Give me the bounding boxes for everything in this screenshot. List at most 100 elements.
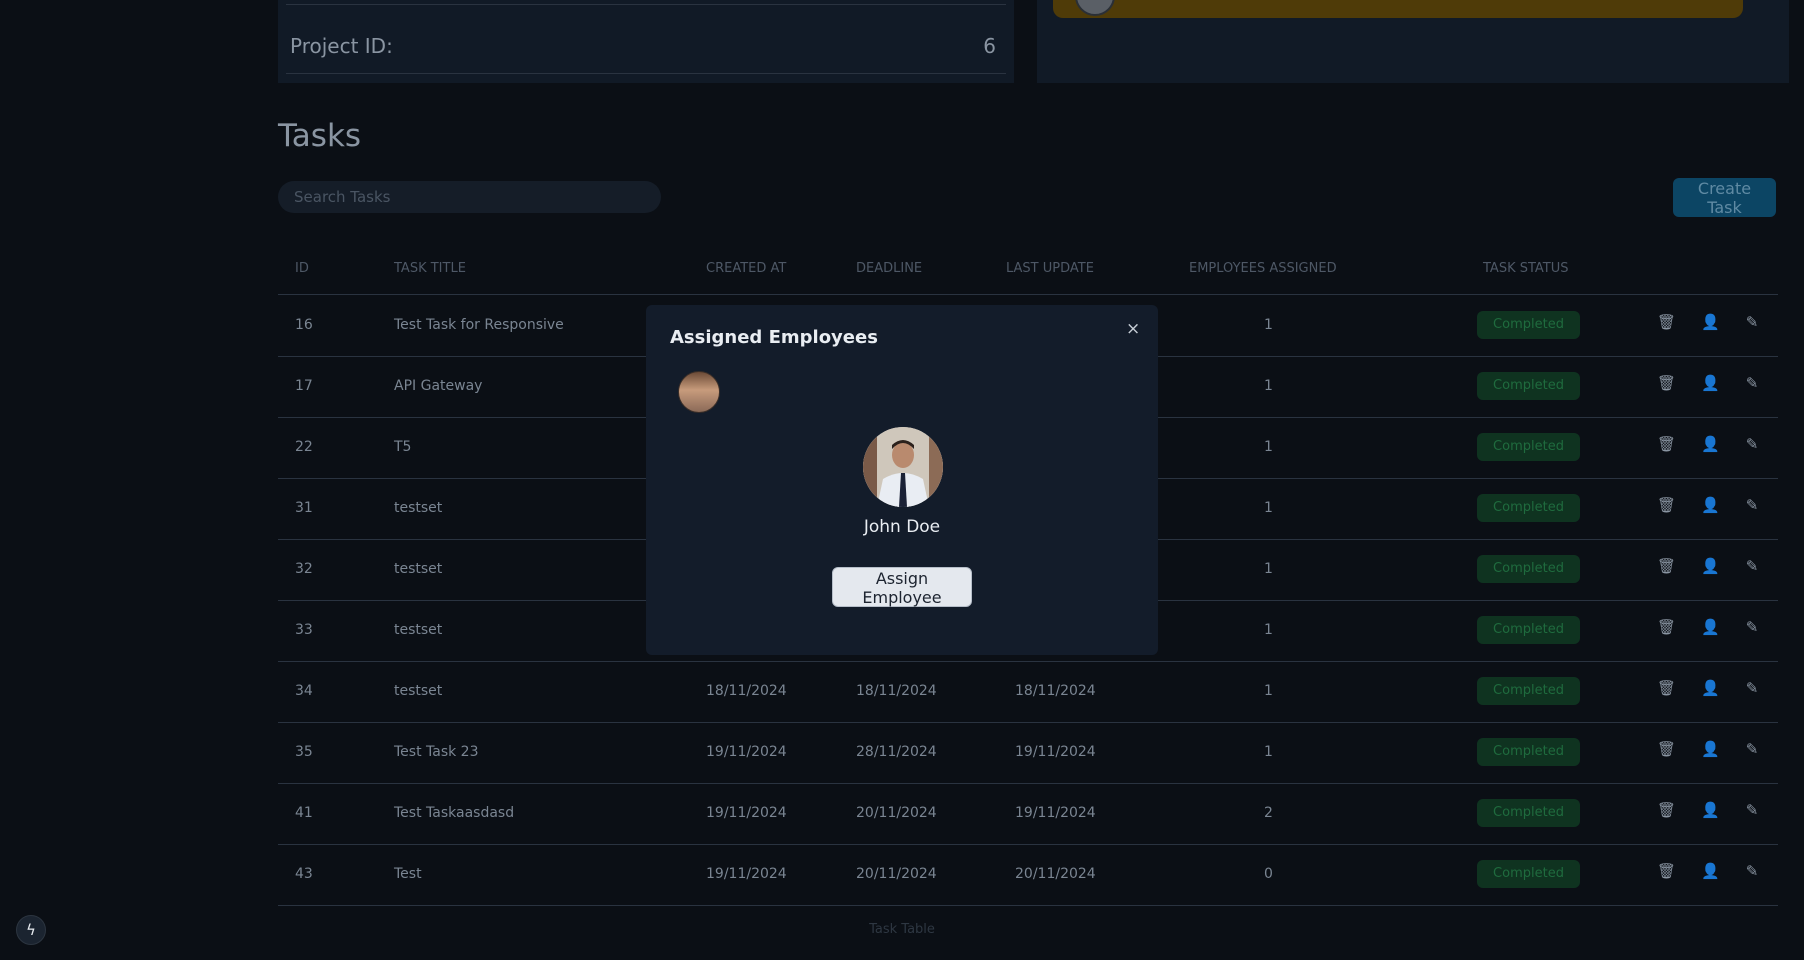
created-date: 19/11/2024 <box>706 744 787 760</box>
employees-count: 0 <box>1264 866 1273 882</box>
divider <box>286 73 1006 74</box>
updated-date: 20/11/2024 <box>1015 866 1096 882</box>
employees-count: 1 <box>1264 317 1273 333</box>
updated-date: 19/11/2024 <box>1015 805 1096 821</box>
employee-avatar <box>863 427 943 507</box>
project-id-value: 6 <box>983 34 996 58</box>
trash-icon[interactable]: 🗑 <box>1657 619 1676 635</box>
edit-icon[interactable]: ✎ <box>1745 497 1759 513</box>
table-row: 43 Test 19/11/2024 20/11/2024 20/11/2024 0 Com… <box>278 844 1778 906</box>
task-id: 22 <box>295 439 313 455</box>
trash-icon[interactable]: 🗑 <box>1657 436 1676 452</box>
create-task-button[interactable]: Create Task <box>1673 178 1776 217</box>
edit-icon[interactable]: ✎ <box>1745 619 1759 635</box>
column-header-employees: EMPLOYEES ASSIGNED <box>1189 261 1337 276</box>
deadline-date: 20/11/2024 <box>856 866 937 882</box>
trash-icon[interactable]: 🗑 <box>1657 741 1676 757</box>
page-background: Project ID: 6 Tasks Create Task ID TASK … <box>0 0 1804 960</box>
team-card <box>1037 0 1789 83</box>
task-id: 34 <box>295 683 313 699</box>
user-icon[interactable]: 👤 <box>1701 558 1720 574</box>
user-icon[interactable]: 👤 <box>1701 802 1720 818</box>
column-header-status: TASK STATUS <box>1483 261 1569 276</box>
task-id: 41 <box>295 805 313 821</box>
bolt-icon[interactable]: ϟ <box>16 915 46 945</box>
task-title: testset <box>394 683 443 699</box>
project-info-card: Project ID: 6 <box>278 0 1014 83</box>
employee-thumbnail-avatar[interactable] <box>678 371 720 413</box>
column-header-created: CREATED AT <box>706 261 787 276</box>
task-title: testset <box>394 561 443 577</box>
task-id: 31 <box>295 500 313 516</box>
user-icon[interactable]: 👤 <box>1701 619 1720 635</box>
column-header-updated: LAST UPDATE <box>1006 261 1094 276</box>
user-icon[interactable]: 👤 <box>1701 741 1720 757</box>
column-header-id: ID <box>295 261 309 276</box>
deadline-date: 28/11/2024 <box>856 744 937 760</box>
edit-icon[interactable]: ✎ <box>1745 375 1759 391</box>
trash-icon[interactable]: 🗑 <box>1657 680 1676 696</box>
employees-count: 2 <box>1264 805 1273 821</box>
assigned-employees-modal: Assigned Employees × John Doe Assign Emp… <box>646 305 1158 655</box>
status-badge: Completed <box>1477 311 1580 339</box>
employee-photo <box>863 427 943 507</box>
status-badge: Completed <box>1477 616 1580 644</box>
trash-icon[interactable]: 🗑 <box>1657 314 1676 330</box>
created-date: 19/11/2024 <box>706 805 787 821</box>
user-icon[interactable]: 👤 <box>1701 497 1720 513</box>
edit-icon[interactable]: ✎ <box>1745 863 1759 879</box>
updated-date: 18/11/2024 <box>1015 683 1096 699</box>
avatar <box>1075 0 1115 16</box>
status-badge: Completed <box>1477 555 1580 583</box>
status-badge: Completed <box>1477 433 1580 461</box>
user-icon[interactable]: 👤 <box>1701 314 1720 330</box>
trash-icon[interactable]: 🗑 <box>1657 863 1676 879</box>
status-badge: Completed <box>1477 494 1580 522</box>
status-badge: Completed <box>1477 677 1580 705</box>
column-header-title: TASK TITLE <box>394 261 466 276</box>
task-title: Test Taskaasdasd <box>394 805 515 821</box>
updated-date: 19/11/2024 <box>1015 744 1096 760</box>
task-title: Test Task for Responsive <box>394 317 564 333</box>
divider <box>286 4 1006 5</box>
trash-icon[interactable]: 🗑 <box>1657 375 1676 391</box>
status-badge: Completed <box>1477 799 1580 827</box>
edit-icon[interactable]: ✎ <box>1745 558 1759 574</box>
user-icon[interactable]: 👤 <box>1701 436 1720 452</box>
team-member-bar[interactable] <box>1053 0 1743 18</box>
trash-icon[interactable]: 🗑 <box>1657 558 1676 574</box>
task-id: 35 <box>295 744 313 760</box>
trash-icon[interactable]: 🗑 <box>1657 802 1676 818</box>
close-icon[interactable]: × <box>1126 319 1140 339</box>
user-icon[interactable]: 👤 <box>1701 680 1720 696</box>
table-row: 35 Test Task 23 19/11/2024 28/11/2024 19/11/… <box>278 722 1778 784</box>
task-id: 32 <box>295 561 313 577</box>
project-id-label: Project ID: <box>290 34 393 58</box>
status-badge: Completed <box>1477 372 1580 400</box>
task-id: 16 <box>295 317 313 333</box>
edit-icon[interactable]: ✎ <box>1745 741 1759 757</box>
user-icon[interactable]: 👤 <box>1701 375 1720 391</box>
edit-icon[interactable]: ✎ <box>1745 314 1759 330</box>
deadline-date: 18/11/2024 <box>856 683 937 699</box>
employees-count: 1 <box>1264 439 1273 455</box>
status-badge: Completed <box>1477 738 1580 766</box>
employees-count: 1 <box>1264 500 1273 516</box>
user-icon[interactable]: 👤 <box>1701 863 1720 879</box>
assign-employee-button[interactable]: Assign Employee <box>832 567 972 607</box>
search-tasks-input[interactable] <box>278 181 661 213</box>
employees-count: 1 <box>1264 744 1273 760</box>
created-date: 18/11/2024 <box>706 683 787 699</box>
task-id: 43 <box>295 866 313 882</box>
deadline-date: 20/11/2024 <box>856 805 937 821</box>
edit-icon[interactable]: ✎ <box>1745 802 1759 818</box>
column-header-deadline: DEADLINE <box>856 261 923 276</box>
edit-icon[interactable]: ✎ <box>1745 680 1759 696</box>
created-date: 19/11/2024 <box>706 866 787 882</box>
employee-name: John Doe <box>863 517 941 537</box>
edit-icon[interactable]: ✎ <box>1745 436 1759 452</box>
trash-icon[interactable]: 🗑 <box>1657 497 1676 513</box>
table-row: 34 testset 18/11/2024 18/11/2024 18/11/2024 1… <box>278 661 1778 723</box>
modal-title: Assigned Employees <box>670 327 878 348</box>
table-caption: Task Table <box>869 922 935 937</box>
